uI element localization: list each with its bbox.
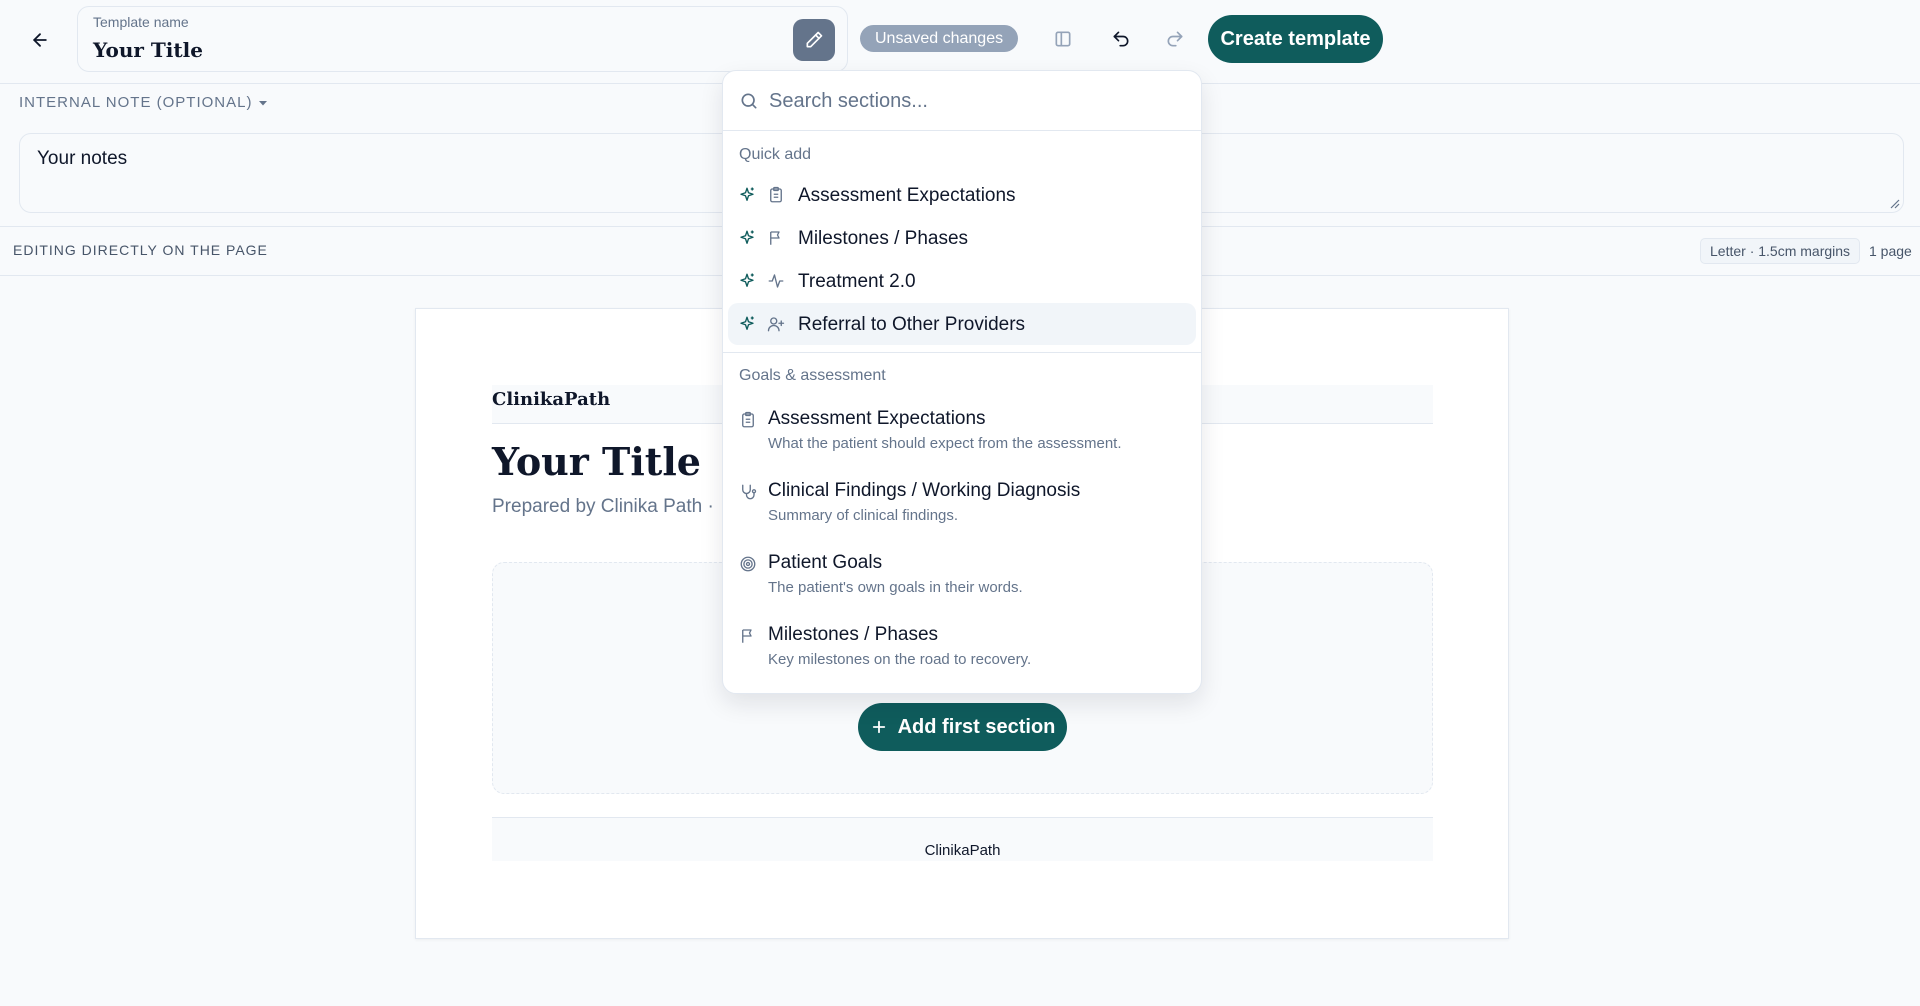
resize-grip-icon[interactable] bbox=[1888, 197, 1900, 209]
redo-icon bbox=[1167, 31, 1183, 47]
section-item-milestones[interactable]: Milestones / Phases Key milestones on th… bbox=[728, 621, 1196, 685]
internal-note-label: INTERNAL NOTE (OPTIONAL) bbox=[19, 94, 253, 111]
section-description: What the patient should expect from the … bbox=[768, 435, 1122, 452]
section-title: Assessment Expectations bbox=[768, 408, 986, 429]
quick-add-label-4: Referral to Other Providers bbox=[798, 314, 1026, 335]
sparkle-icon bbox=[740, 187, 754, 201]
toggle-panel-button[interactable] bbox=[1044, 20, 1082, 58]
flag-icon bbox=[742, 629, 752, 643]
section-item-patient-goals[interactable]: Patient Goals The patient's own goals in… bbox=[728, 549, 1196, 613]
goals-assessment-label: Goals & assessment bbox=[739, 367, 886, 384]
plus-icon bbox=[872, 720, 885, 734]
page-title[interactable]: Your Title bbox=[492, 439, 701, 484]
template-name-label: Template name bbox=[93, 14, 189, 30]
pencil-icon bbox=[806, 31, 823, 48]
page-subtitle: Prepared by Clinika Path · bbox=[492, 496, 714, 517]
quick-add-item-referral[interactable]: Referral to Other Providers bbox=[728, 303, 1196, 345]
section-description: Summary of clinical findings. bbox=[768, 507, 959, 524]
add-first-section-label: Add first section bbox=[897, 715, 1056, 738]
clipboard-icon bbox=[770, 186, 782, 203]
search-icon bbox=[741, 93, 757, 109]
flag-icon bbox=[770, 231, 780, 245]
section-picker-dropdown: Quick add Assessment Expectations Milest… bbox=[722, 70, 1202, 694]
section-title: Clinical Findings / Working Diagnosis bbox=[768, 480, 1081, 501]
stethoscope-icon bbox=[742, 484, 757, 500]
search-row bbox=[723, 71, 1201, 131]
clipboard-icon bbox=[742, 411, 754, 428]
caret-down-icon bbox=[259, 100, 268, 105]
divider bbox=[723, 352, 1201, 353]
quick-add-label-3: Treatment 2.0 bbox=[798, 271, 916, 292]
back-button[interactable] bbox=[22, 22, 58, 58]
quick-add-item-assessment-expectations[interactable]: Assessment Expectations bbox=[728, 174, 1196, 216]
internal-note-toggle[interactable]: INTERNAL NOTE (OPTIONAL) bbox=[19, 94, 268, 111]
quick-add-item-treatment[interactable]: Treatment 2.0 bbox=[728, 260, 1196, 302]
target-icon bbox=[740, 556, 756, 572]
page-footer: ClinikaPath bbox=[492, 817, 1433, 861]
add-first-section-button[interactable]: Add first section bbox=[858, 703, 1067, 751]
page-count: 1 page bbox=[1869, 243, 1912, 259]
user-plus-icon bbox=[767, 317, 785, 332]
undo-icon bbox=[1113, 31, 1129, 47]
sparkle-icon bbox=[740, 273, 754, 287]
undo-button[interactable] bbox=[1102, 20, 1140, 58]
paper-size-badge: Letter · 1.5cm margins bbox=[1700, 238, 1861, 264]
editing-mode-label: EDITING DIRECTLY ON THE PAGE bbox=[13, 242, 268, 258]
footer-brand: ClinikaPath bbox=[924, 842, 1001, 859]
template-name-field[interactable]: Template name Your Title bbox=[77, 6, 848, 72]
template-name-value[interactable]: Your Title bbox=[93, 38, 203, 62]
panel-left-icon bbox=[1055, 31, 1071, 47]
create-template-button[interactable]: Create template bbox=[1208, 15, 1383, 63]
quick-add-label-2: Milestones / Phases bbox=[798, 228, 969, 249]
unsaved-changes-badge: Unsaved changes bbox=[860, 25, 1019, 52]
quick-add-label-1: Assessment Expectations bbox=[798, 185, 1016, 206]
section-description: Key milestones on the road to recovery. bbox=[768, 651, 1032, 668]
arrow-left-icon bbox=[33, 33, 47, 47]
search-sections-input[interactable] bbox=[769, 83, 1179, 119]
section-item-assessment-expectations[interactable]: Assessment Expectations What the patient… bbox=[728, 405, 1196, 469]
section-title: Milestones / Phases bbox=[768, 624, 939, 645]
redo-button[interactable] bbox=[1156, 20, 1194, 58]
section-title: Patient Goals bbox=[768, 552, 883, 573]
edit-name-button[interactable] bbox=[793, 19, 835, 61]
quick-add-label: Quick add bbox=[739, 146, 812, 163]
internal-note-value: Your notes bbox=[37, 148, 128, 169]
section-description: The patient's own goals in their words. bbox=[768, 579, 1023, 596]
page-brand: ClinikaPath bbox=[492, 389, 611, 410]
sparkle-icon bbox=[740, 230, 754, 244]
sparkle-icon bbox=[740, 316, 754, 330]
section-item-clinical-findings[interactable]: Clinical Findings / Working Diagnosis Su… bbox=[728, 477, 1196, 541]
activity-icon bbox=[768, 274, 784, 288]
quick-add-item-milestones[interactable]: Milestones / Phases bbox=[728, 217, 1196, 259]
